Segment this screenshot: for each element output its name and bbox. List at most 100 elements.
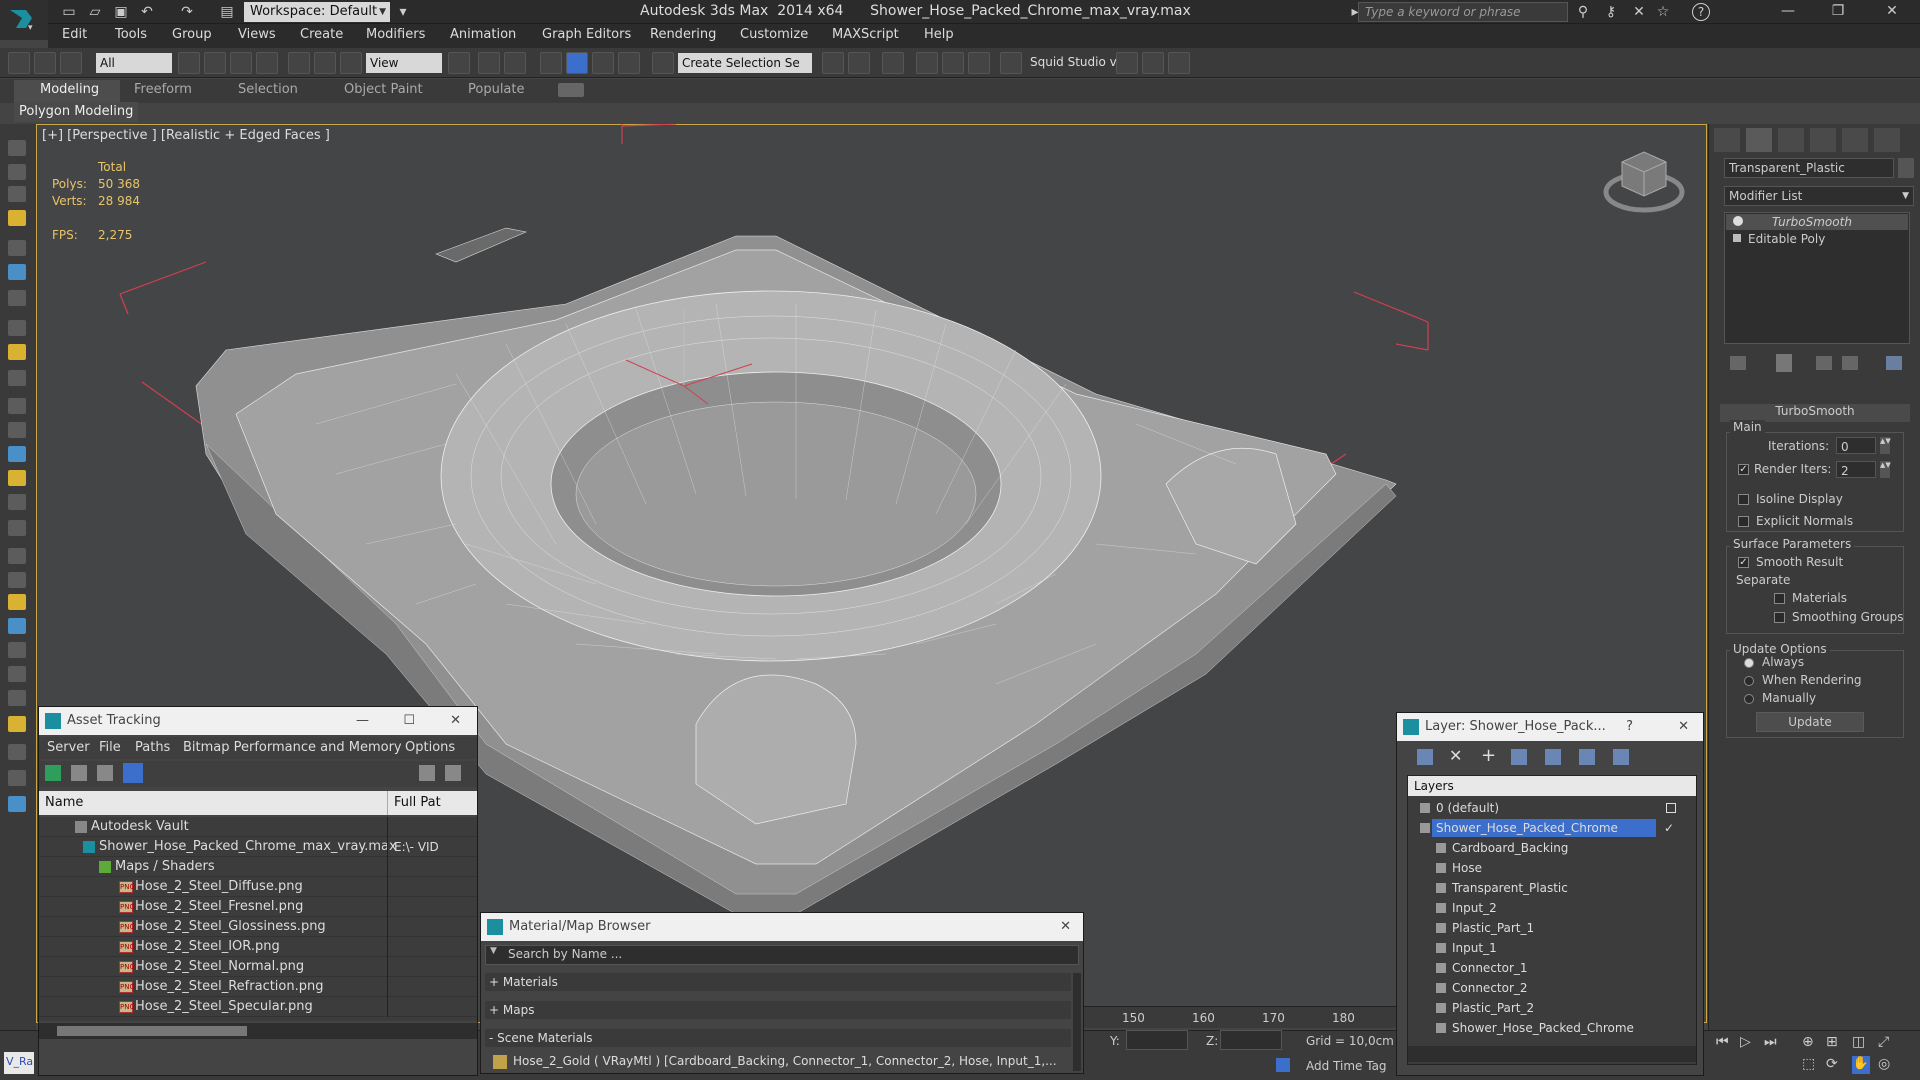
reference-coordinate-dropdown[interactable]: View xyxy=(366,53,442,73)
help-icon[interactable] xyxy=(419,765,435,781)
help-icon[interactable] xyxy=(8,770,26,786)
menu-tools[interactable]: Tools xyxy=(115,27,147,42)
modifier-list-dropdown[interactable]: Modifier List ▼ xyxy=(1724,186,1914,206)
tab-selection[interactable]: Selection xyxy=(238,82,298,97)
object-color-swatch[interactable] xyxy=(1898,158,1914,178)
configure-modifier-sets-icon[interactable] xyxy=(1886,356,1902,370)
vertical-scrollbar[interactable] xyxy=(1073,973,1081,1071)
layer-row[interactable]: Shower_Hose_Packed_Chrome xyxy=(1408,1018,1696,1038)
filter-shapes-icon[interactable] xyxy=(8,264,26,280)
display-tab-icon[interactable] xyxy=(1842,128,1868,152)
redo-icon[interactable]: ↷ xyxy=(176,2,198,22)
tree-view-icon[interactable] xyxy=(97,765,113,781)
asset-row[interactable]: PNGHose_2_Steel_Diffuse.png xyxy=(39,877,477,897)
timeline-ruler[interactable]: 150 160 170 180 xyxy=(1080,1006,1400,1028)
menu-edit[interactable]: Edit xyxy=(62,27,87,42)
modify-tab-icon[interactable] xyxy=(1746,128,1772,152)
always-radio[interactable] xyxy=(1744,658,1754,668)
filter-bones-icon[interactable] xyxy=(8,446,26,462)
menu-rendering[interactable]: Rendering xyxy=(650,27,716,42)
display-none-icon[interactable] xyxy=(8,572,26,588)
list-view-icon[interactable] xyxy=(71,765,87,781)
add-to-layer-icon[interactable]: + xyxy=(1481,745,1496,766)
info-icon[interactable] xyxy=(8,796,26,812)
named-selection-dropdown[interactable]: Create Selection Se xyxy=(678,53,812,73)
layer-row[interactable]: Input_2 xyxy=(1408,898,1696,918)
ribbon-options-icon[interactable] xyxy=(558,83,584,97)
app-logo-button[interactable]: ▾ xyxy=(0,0,48,40)
filter-cameras-icon[interactable] xyxy=(8,320,26,336)
menu-views[interactable]: Views xyxy=(238,27,276,42)
asset-menu-server[interactable]: Server xyxy=(47,740,90,755)
render-iters-spinner[interactable]: ▲▼ xyxy=(1880,461,1891,478)
add-time-tag-button[interactable]: Add Time Tag xyxy=(1306,1059,1387,1073)
section-scene-materials[interactable]: - Scene Materials xyxy=(485,1029,1071,1047)
options-icon[interactable] xyxy=(445,765,461,781)
viewport-label[interactable]: [+] [Perspective ] [Realistic + Edged Fa… xyxy=(42,128,330,143)
tab-object-paint[interactable]: Object Paint xyxy=(344,82,423,97)
col-name[interactable]: Name xyxy=(45,791,83,815)
open-file-icon[interactable]: ▱ xyxy=(84,2,106,22)
viewcube[interactable] xyxy=(1603,151,1685,213)
graphite-toggle-icon[interactable] xyxy=(916,52,938,74)
communication-center-icon[interactable]: ✕ xyxy=(1628,2,1650,22)
filter-groups-icon[interactable] xyxy=(8,398,26,414)
materials-checkbox[interactable] xyxy=(1774,593,1785,604)
zoom-icon[interactable]: ⊕ xyxy=(1802,1034,1814,1050)
layer-row[interactable]: Plastic_Part_2 xyxy=(1408,998,1696,1018)
help-button[interactable]: ? xyxy=(1626,713,1633,741)
layer-horizontal-scrollbar[interactable] xyxy=(1408,1046,1696,1062)
render-setup-icon[interactable] xyxy=(1116,52,1138,74)
manually-radio[interactable] xyxy=(1744,694,1754,704)
display-icon[interactable] xyxy=(8,186,26,202)
selection-filter-dropdown[interactable]: All xyxy=(96,53,172,73)
y-coord-field[interactable] xyxy=(1126,1030,1188,1050)
save-icon[interactable]: ▣ xyxy=(110,2,132,22)
explicit-normals-checkbox[interactable] xyxy=(1738,516,1749,527)
rendered-frame-window-icon[interactable] xyxy=(1142,52,1164,74)
arc-rotate-icon[interactable]: ◎ xyxy=(1878,1056,1890,1072)
asset-row[interactable]: PNGHose_2_Steel_Specular.png xyxy=(39,997,477,1017)
select-by-name-icon[interactable] xyxy=(204,52,226,74)
go-to-start-icon[interactable]: ⏮ xyxy=(1716,1034,1729,1050)
next-frame-icon[interactable]: ⏭ xyxy=(1764,1034,1777,1050)
lightbulb-icon[interactable] xyxy=(1733,216,1743,226)
orbit-icon[interactable]: ⟳ xyxy=(1826,1056,1838,1072)
angle-snap-icon[interactable] xyxy=(566,52,588,74)
keyboard-shortcut-toggle-icon[interactable] xyxy=(504,52,526,74)
menu-group[interactable]: Group xyxy=(172,27,212,42)
maxscript-listener-mini[interactable]: V_Ra xyxy=(4,1052,34,1074)
select-icon[interactable] xyxy=(8,164,26,180)
help-icon[interactable]: ? xyxy=(1692,3,1710,21)
remove-modifier-icon[interactable] xyxy=(1842,356,1858,370)
section-materials[interactable]: + Materials xyxy=(485,973,1071,991)
asset-row[interactable]: PNGHose_2_Steel_Normal.png xyxy=(39,957,477,977)
key-icon[interactable]: ⚷ xyxy=(1600,2,1622,22)
schematic-view-icon[interactable] xyxy=(968,52,990,74)
filter-helpers-icon[interactable] xyxy=(8,344,26,360)
close-button[interactable]: ✕ xyxy=(1060,913,1071,941)
menu-help[interactable]: Help xyxy=(924,27,954,42)
asset-row[interactable]: PNGHose_2_Steel_Refraction.png xyxy=(39,977,477,997)
layer-row[interactable]: Plastic_Part_1 xyxy=(1408,918,1696,938)
filter-hidden-icon[interactable] xyxy=(8,520,26,536)
rectangular-selection-icon[interactable] xyxy=(230,52,252,74)
favorites-star-icon[interactable]: ☆ xyxy=(1652,2,1674,22)
move-icon[interactable] xyxy=(288,52,310,74)
hierarchy-tab-icon[interactable] xyxy=(1778,128,1804,152)
z-coord-field[interactable] xyxy=(1220,1030,1282,1050)
layer-row[interactable]: Input_1 xyxy=(1408,938,1696,958)
smoothing-groups-checkbox[interactable] xyxy=(1774,612,1785,623)
col-full-path[interactable]: Full Pat xyxy=(387,791,441,815)
menu-maxscript[interactable]: MAXScript xyxy=(832,27,899,42)
freeze-all-icon[interactable] xyxy=(1613,749,1629,765)
iterations-input[interactable]: 0 xyxy=(1836,437,1876,454)
workspace-dropdown[interactable]: Workspace: Default ▼ xyxy=(244,2,390,22)
minimize-button[interactable]: — xyxy=(1764,0,1812,24)
spinner-snap-icon[interactable] xyxy=(618,52,640,74)
tab-freeform[interactable]: Freeform xyxy=(134,82,192,97)
menu-graph-editors[interactable]: Graph Editors xyxy=(542,27,631,42)
filter-frozen-icon[interactable] xyxy=(8,494,26,510)
material-icon[interactable] xyxy=(8,716,26,732)
active-layer-checkmark-icon[interactable]: ✓ xyxy=(1664,818,1674,838)
